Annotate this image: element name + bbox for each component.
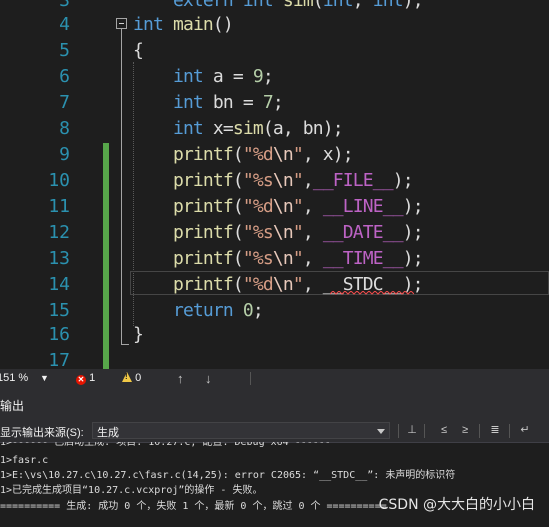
- code-text: printf("%d\n", __LINE__);: [172, 196, 424, 217]
- arrow-down-icon[interactable]: ↓: [205, 369, 212, 388]
- code-text: return 0;: [172, 300, 264, 321]
- output-title-bar: 输出: [0, 388, 549, 420]
- clear-all-icon[interactable]: ≣: [488, 424, 502, 437]
- error-count: 1: [89, 372, 96, 384]
- output-panel: 输出 显示输出来源(S): 生成 ⊥ ≤ ≥ ≣ ↵ 1>------ 已启动生…: [0, 388, 549, 527]
- code-line: 13 printf("%s\n", __TIME__);: [0, 246, 549, 272]
- line-number: 17: [48, 350, 70, 369]
- zoom-dropdown-icon[interactable]: ▼: [40, 369, 49, 388]
- code-text: int a = 9;: [172, 66, 274, 87]
- toolbar-separator: [479, 424, 480, 438]
- line-number: 15: [48, 300, 70, 321]
- output-toolbar: 显示输出来源(S): 生成 ⊥ ≤ ≥ ≣ ↵: [0, 420, 549, 443]
- output-log[interactable]: 1>------ 已启动生成: 项目: 10.27.c, 配置: Debug x…: [0, 442, 549, 527]
- code-line: 17: [0, 348, 549, 369]
- next-message-icon[interactable]: ≥: [458, 424, 472, 437]
- line-number: 12: [48, 222, 70, 243]
- code-text: printf("%s\n", __DATE__);: [172, 222, 424, 243]
- warning-count-button[interactable]: 0: [122, 369, 141, 388]
- error-count-button[interactable]: ✕ 1: [76, 369, 95, 388]
- code-line: 4 int main(): [0, 12, 549, 38]
- line-number: 14: [48, 274, 70, 295]
- output-source-label: 显示输出来源(S):: [0, 427, 84, 439]
- code-line: 16 }: [0, 322, 549, 348]
- code-line: 6 int a = 9;: [0, 64, 549, 90]
- zoom-level[interactable]: 151 %: [0, 369, 28, 388]
- code-line: 11 printf("%d\n", __LINE__);: [0, 194, 549, 220]
- line-number: 9: [59, 144, 70, 165]
- code-text: printf("%d\n", x);: [172, 144, 354, 165]
- code-text: }: [133, 324, 144, 345]
- code-text: int main(): [133, 14, 234, 35]
- find-message-icon[interactable]: ⊥: [405, 424, 419, 437]
- code-line: 10 printf("%s\n",__FILE__);: [0, 168, 549, 194]
- prev-message-icon[interactable]: ≤: [437, 424, 451, 437]
- line-number: 11: [48, 196, 70, 217]
- output-line: 1>fasr.c: [0, 455, 49, 466]
- code-text: printf("%s\n",__FILE__);: [172, 170, 414, 191]
- code-text: printf("%s\n", __TIME__);: [172, 248, 424, 269]
- toolbar-separator: [509, 424, 510, 438]
- line-number: 7: [59, 92, 70, 113]
- toolbar-separator: [424, 424, 425, 438]
- watermark: CSDN @大大白的小小白: [378, 497, 535, 513]
- error-squiggle: [330, 291, 414, 295]
- word-wrap-icon[interactable]: ↵: [518, 424, 532, 437]
- line-number: 4: [59, 14, 70, 35]
- line-number: 13: [48, 248, 70, 269]
- code-line: 8 int x=sim(a, bn);: [0, 116, 549, 142]
- output-source-value: 生成: [97, 427, 119, 439]
- output-line: ========== 生成: 成功 0 个，失败 1 个，最新 0 个，跳过 0…: [0, 501, 387, 512]
- code-text: int bn = 7;: [172, 92, 284, 113]
- status-separator: [250, 372, 251, 385]
- output-line: 1>E:\vs\10.27.c\10.27.c\fasr.c(14,25): e…: [0, 470, 456, 481]
- line-number: 5: [59, 40, 70, 61]
- line-number: 6: [59, 66, 70, 87]
- code-line-current: 14 printf("%d\n", __STDC__);: [0, 272, 549, 298]
- code-line: 12 printf("%s\n", __DATE__);: [0, 220, 549, 246]
- output-line: 1>已完成生成项目“10.27.c.vcxproj”的操作 - 失败。: [0, 485, 263, 496]
- warning-icon: [122, 372, 132, 382]
- code-line: 9 printf("%d\n", x);: [0, 142, 549, 168]
- code-line: 15 return 0;: [0, 298, 549, 324]
- output-title: 输出: [0, 399, 25, 413]
- warning-count: 0: [135, 372, 142, 384]
- error-icon: ✕: [76, 375, 86, 385]
- toolbar-separator: [398, 424, 399, 438]
- line-number: 10: [48, 170, 70, 191]
- code-line: 5 {: [0, 38, 549, 64]
- chevron-down-icon: [377, 429, 385, 434]
- line-number: 16: [48, 324, 70, 345]
- code-text: {: [133, 40, 144, 61]
- code-text: int x=sim(a, bn);: [172, 118, 344, 139]
- editor-status-bar: 151 % ▼ ✕ 1 0 ↑ ↓: [0, 369, 549, 388]
- code-line: 7 int bn = 7;: [0, 90, 549, 116]
- line-number: 8: [59, 118, 70, 139]
- output-source-select[interactable]: 生成: [92, 422, 390, 439]
- output-line: 1>------ 已启动生成: 项目: 10.27.c, 配置: Debug x…: [0, 442, 331, 448]
- code-editor[interactable]: 3 extern int sim(int, int); 4 int main()…: [0, 0, 549, 369]
- arrow-up-icon[interactable]: ↑: [177, 369, 184, 388]
